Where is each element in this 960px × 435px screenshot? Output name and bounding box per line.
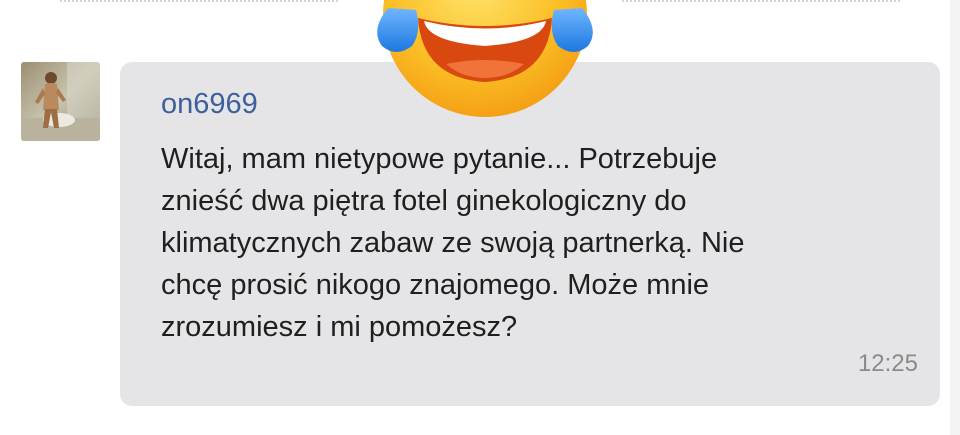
top-divider-left [60, 0, 338, 2]
message-line: zrozumiesz i mi pomożesz? [161, 311, 518, 343]
message-line: klimatycznych zabaw ze swoją partnerką. … [161, 227, 745, 259]
message-line: znieść dwa piętra fotel ginekologiczny d… [161, 185, 687, 217]
message-line: chcę prosić nikogo znajomego. Może mnie [161, 269, 710, 301]
message-line: Witaj, mam nietypowe pytanie... Potrzebu… [161, 143, 718, 175]
avatar[interactable] [21, 62, 100, 141]
message-timestamp: 12:25 [857, 350, 918, 377]
scrollbar-track[interactable] [950, 0, 960, 435]
avatar-photo [21, 62, 100, 141]
face-with-tears-of-joy-icon [372, 0, 598, 130]
message-text: Witaj, mam nietypowe pytanie... Potrzebu… [161, 138, 861, 348]
top-divider-right [622, 0, 900, 2]
sender-name[interactable]: on6969 [161, 88, 258, 120]
